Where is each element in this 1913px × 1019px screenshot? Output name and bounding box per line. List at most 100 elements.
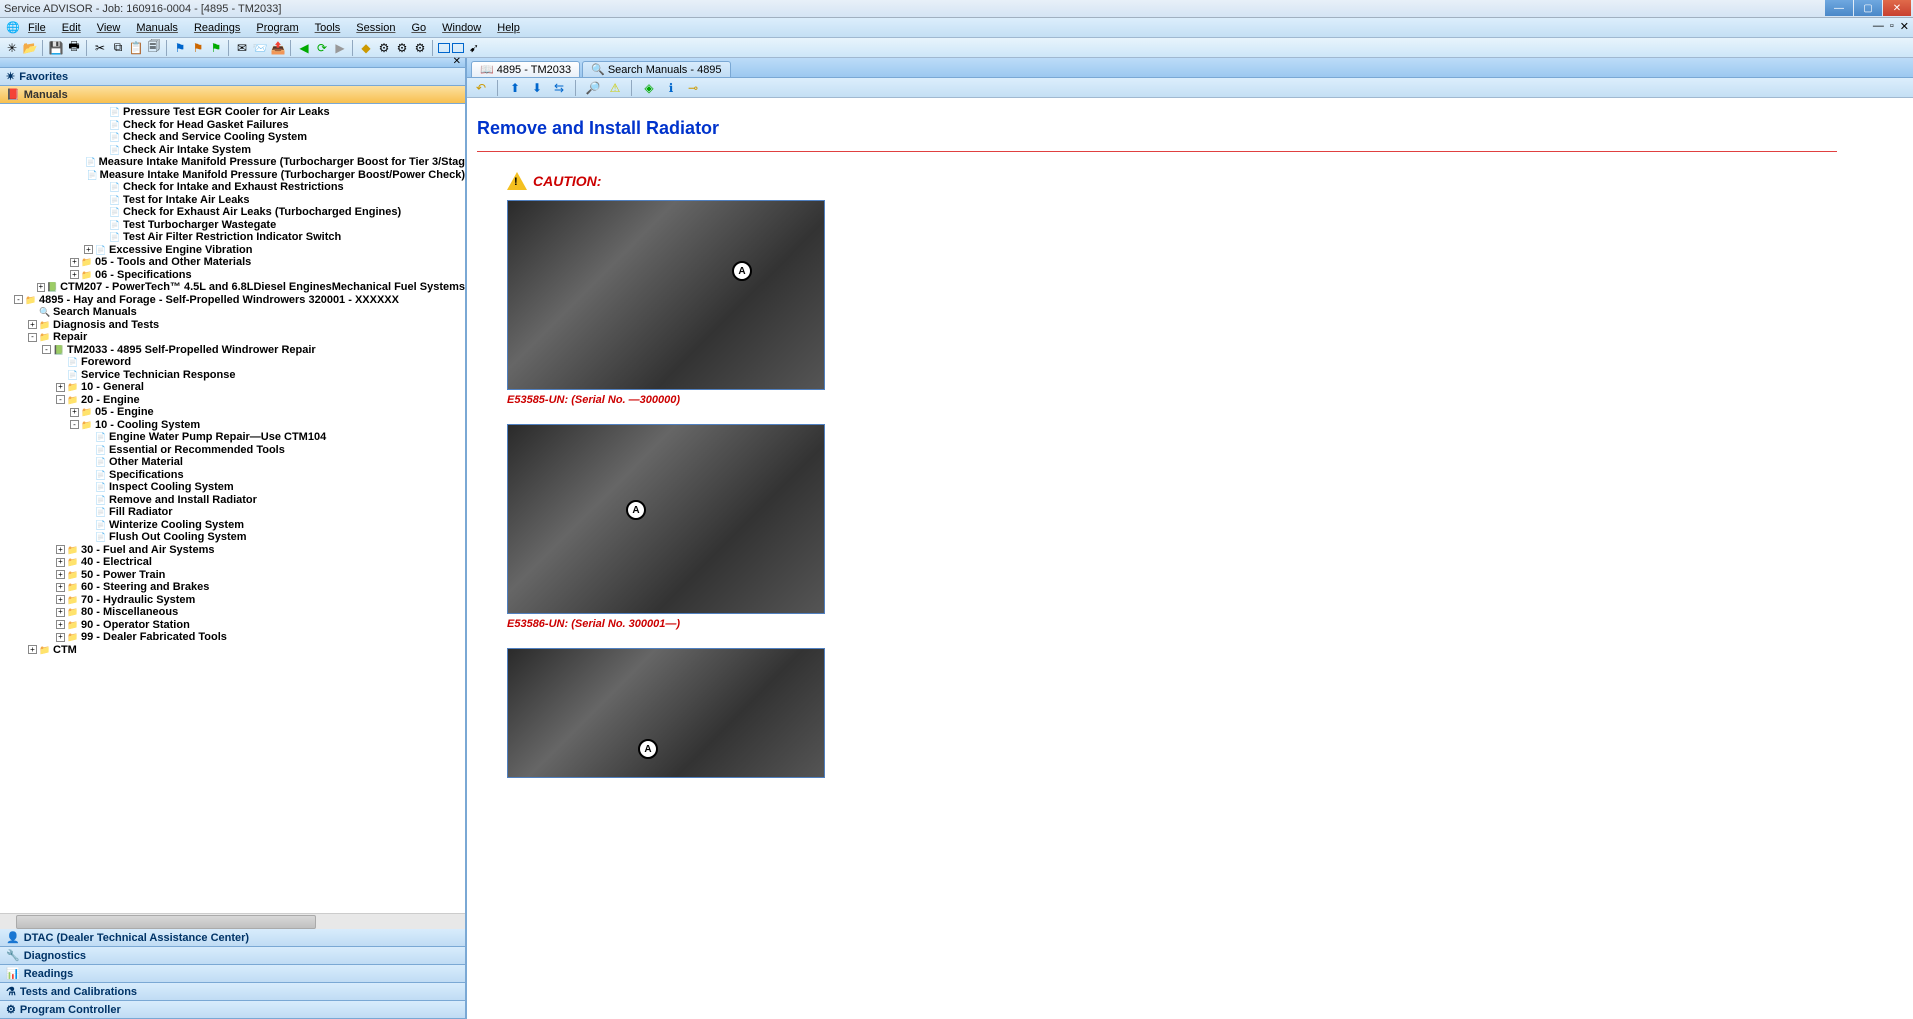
gear-icon[interactable]: ⚙ — [376, 40, 392, 56]
menu-program[interactable]: Program — [248, 20, 306, 36]
tab-search[interactable]: 🔍 Search Manuals - 4895 — [582, 61, 730, 77]
expander-icon[interactable]: + — [56, 608, 65, 617]
expander-icon[interactable]: - — [70, 420, 79, 429]
tree-item[interactable]: Measure Intake Manifold Pressure (Turboc… — [0, 169, 465, 182]
tree-item[interactable]: Service Technician Response — [0, 369, 465, 382]
tree-item[interactable]: Check Air Intake System — [0, 144, 465, 157]
expander-icon[interactable]: + — [56, 558, 65, 567]
tree-item[interactable]: Foreword — [0, 356, 465, 369]
tree-item[interactable]: Test Turbocharger Wastegate — [0, 219, 465, 232]
tree-item[interactable]: +Excessive Engine Vibration — [0, 244, 465, 257]
tree-item[interactable]: Specifications — [0, 469, 465, 482]
refresh-icon[interactable]: ⟳ — [314, 40, 330, 56]
flag-icon[interactable]: ⚑ — [190, 40, 206, 56]
tree-item[interactable]: Pressure Test EGR Cooler for Air Leaks — [0, 106, 465, 119]
tree-item[interactable]: Other Material — [0, 456, 465, 469]
open-icon[interactable]: 📂 — [22, 40, 38, 56]
accordion-manuals[interactable]: 📕 Manuals — [0, 86, 465, 104]
tree-item[interactable]: +CTM207 - PowerTech™ 4.5L and 6.8LDiesel… — [0, 281, 465, 294]
expander-icon[interactable]: - — [28, 333, 37, 342]
accordion-tests[interactable]: ⚗ Tests and Calibrations — [0, 983, 465, 1001]
accordion-favorites[interactable]: ✴ Favorites — [0, 68, 465, 86]
key-icon[interactable]: ⊸ — [685, 80, 701, 96]
horizontal-scrollbar[interactable] — [0, 913, 465, 929]
tree-item[interactable]: Winterize Cooling System — [0, 519, 465, 532]
paste-icon[interactable]: 📋 — [128, 40, 144, 56]
tree-item[interactable]: +40 - Electrical — [0, 556, 465, 569]
mail-send-icon[interactable]: 📤 — [270, 40, 286, 56]
expander-icon[interactable]: - — [14, 295, 23, 304]
tree-item[interactable]: Fill Radiator — [0, 506, 465, 519]
expander-icon[interactable]: + — [28, 645, 37, 654]
menu-manuals[interactable]: Manuals — [128, 20, 186, 36]
tree-icon[interactable]: ⇆ — [551, 80, 567, 96]
accordion-readings[interactable]: 📊 Readings — [0, 965, 465, 983]
tree-item[interactable]: Inspect Cooling System — [0, 481, 465, 494]
cut-icon[interactable]: ✂ — [92, 40, 108, 56]
menu-view[interactable]: View — [89, 20, 129, 36]
tree-item[interactable]: +99 - Dealer Fabricated Tools — [0, 631, 465, 644]
menu-edit[interactable]: Edit — [54, 20, 89, 36]
flag-icon[interactable]: ⚑ — [208, 40, 224, 56]
back-icon[interactable]: ◀ — [296, 40, 312, 56]
tree-item[interactable]: +80 - Miscellaneous — [0, 606, 465, 619]
accordion-dtac[interactable]: 👤 DTAC (Dealer Technical Assistance Cent… — [0, 929, 465, 947]
tree-item[interactable]: Remove and Install Radiator — [0, 494, 465, 507]
mdi-close-button[interactable]: ✕ — [1900, 20, 1909, 33]
forward-icon[interactable]: ▶ — [332, 40, 348, 56]
minimize-button[interactable]: — — [1825, 0, 1853, 16]
expander-icon[interactable]: + — [37, 283, 45, 292]
tree-item[interactable]: Test Air Filter Restriction Indicator Sw… — [0, 231, 465, 244]
tree-item[interactable]: +90 - Operator Station — [0, 619, 465, 632]
mdi-minimize-button[interactable]: — — [1873, 20, 1884, 33]
tree-item[interactable]: +05 - Tools and Other Materials — [0, 256, 465, 269]
tree-item[interactable]: Engine Water Pump Repair—Use CTM104 — [0, 431, 465, 444]
expander-icon[interactable]: - — [56, 395, 65, 404]
tree-item[interactable]: -20 - Engine — [0, 394, 465, 407]
mdi-restore-button[interactable]: ▫ — [1890, 20, 1894, 33]
tree-item[interactable]: +10 - General — [0, 381, 465, 394]
maximize-button[interactable]: ▢ — [1854, 0, 1882, 16]
clipboard-icon[interactable]: 🗐 — [146, 40, 162, 56]
tree-item[interactable]: -Repair — [0, 331, 465, 344]
gear-icon[interactable]: ⚙ — [394, 40, 410, 56]
menu-readings[interactable]: Readings — [186, 20, 248, 36]
menu-go[interactable]: Go — [403, 20, 434, 36]
tree-item[interactable]: +30 - Fuel and Air Systems — [0, 544, 465, 557]
flag-icon[interactable]: ⚑ — [172, 40, 188, 56]
tree-item[interactable]: -4895 - Hay and Forage - Self-Propelled … — [0, 294, 465, 307]
up-icon[interactable]: ⬆ — [507, 80, 523, 96]
expander-icon[interactable]: + — [70, 270, 79, 279]
tree-item[interactable]: +CTM — [0, 644, 465, 657]
tree-item[interactable]: Flush Out Cooling System — [0, 531, 465, 544]
tree-view[interactable]: Pressure Test EGR Cooler for Air LeaksCh… — [0, 104, 465, 913]
panel-close-icon[interactable]: ✕ — [453, 56, 461, 67]
accordion-diagnostics[interactable]: 🔧 Diagnostics — [0, 947, 465, 965]
expander-icon[interactable]: + — [70, 258, 79, 267]
accordion-program[interactable]: ⚙ Program Controller — [0, 1001, 465, 1019]
info-icon[interactable]: ℹ — [663, 80, 679, 96]
tree-item[interactable]: +70 - Hydraulic System — [0, 594, 465, 607]
tree-item[interactable]: +Diagnosis and Tests — [0, 319, 465, 332]
expander-icon[interactable]: - — [42, 345, 51, 354]
tree-item[interactable]: +06 - Specifications — [0, 269, 465, 282]
tree-item[interactable]: Check and Service Cooling System — [0, 131, 465, 144]
diamond-icon[interactable]: ◆ — [358, 40, 374, 56]
save-icon[interactable]: 💾 — [48, 40, 64, 56]
expander-icon[interactable]: + — [56, 545, 65, 554]
print-icon[interactable]: 🖶 — [66, 40, 82, 56]
tree-item[interactable]: Measure Intake Manifold Pressure (Turboc… — [0, 156, 465, 169]
tree-item[interactable]: -TM2033 - 4895 Self-Propelled Windrower … — [0, 344, 465, 357]
content-area[interactable]: Remove and Install Radiator CAUTION: E53… — [467, 98, 1913, 1019]
menu-session[interactable]: Session — [348, 20, 403, 36]
menu-window[interactable]: Window — [434, 20, 489, 36]
close-button[interactable]: ✕ — [1883, 0, 1911, 16]
window-icon[interactable] — [438, 43, 450, 53]
expander-icon[interactable]: + — [56, 570, 65, 579]
tree-item[interactable]: Essential or Recommended Tools — [0, 444, 465, 457]
expander-icon[interactable]: + — [28, 320, 37, 329]
tree-item[interactable]: Check for Head Gasket Failures — [0, 119, 465, 132]
tree-item[interactable]: Check for Exhaust Air Leaks (Turbocharge… — [0, 206, 465, 219]
new-icon[interactable]: ✳ — [4, 40, 20, 56]
expander-icon[interactable]: + — [56, 620, 65, 629]
